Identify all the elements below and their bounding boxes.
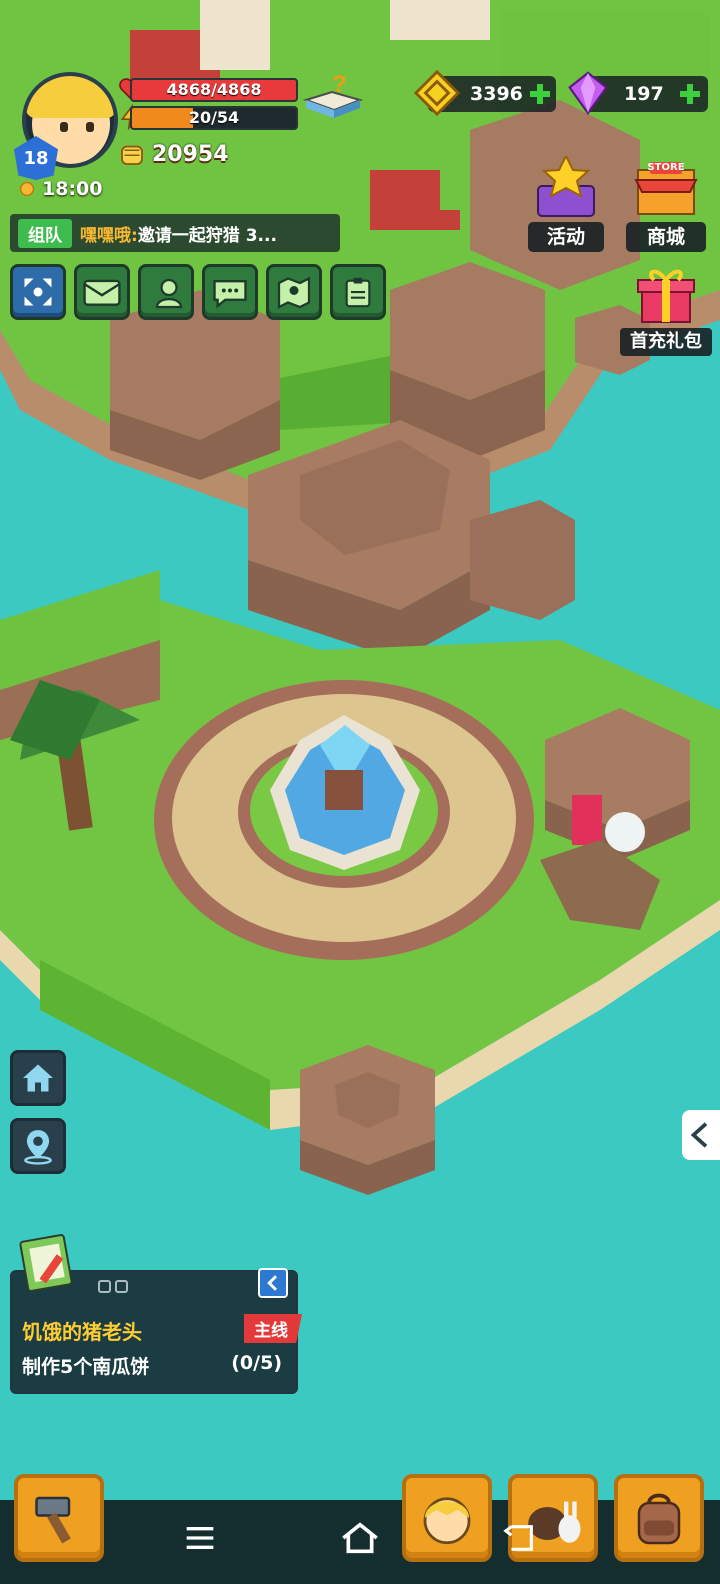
hammer-icon: [35, 1496, 71, 1544]
quest-description: 制作5个南瓜饼: [22, 1356, 150, 1378]
store-button[interactable]: STORE 商城: [626, 156, 706, 252]
fullscreen-icon: [24, 278, 52, 306]
back-icon: [503, 1525, 533, 1551]
energy-bar: 20/54: [130, 106, 298, 130]
backpack-icon: [637, 1493, 681, 1545]
quest-page-dots: [98, 1280, 132, 1293]
locate-button[interactable]: [10, 1118, 66, 1174]
home-outline-icon: [342, 1522, 378, 1554]
quest-progress: (0/5): [231, 1352, 282, 1374]
first-charge-label: 首充礼包: [620, 328, 712, 356]
quest-title: 饥饿的猪老头: [22, 1320, 142, 1344]
chevron-left-icon: [690, 1122, 708, 1148]
hp-bar: 4868/4868: [130, 78, 298, 102]
quest-log-button[interactable]: [330, 264, 386, 320]
quest-log-icon: [345, 277, 371, 308]
character-button[interactable]: [402, 1474, 492, 1562]
friends-icon: [155, 278, 183, 309]
quest-board-icon: [19, 1234, 73, 1292]
svg-text:?: ?: [332, 71, 347, 98]
chat-user: 嘿嘿哦:: [80, 225, 138, 246]
game-clock: 18:00: [16, 178, 102, 200]
add-gold-icon[interactable]: [528, 82, 552, 106]
backpack-button[interactable]: [614, 1474, 704, 1562]
mail-icon: [83, 279, 121, 306]
chat-ticker[interactable]: 组队 嘿嘿哦: 邀请一起狩猎 3...: [10, 214, 340, 252]
chat-button[interactable]: [202, 264, 258, 320]
fist-icon: [121, 145, 143, 165]
friends-button[interactable]: [138, 264, 194, 320]
fullscreen-button[interactable]: [10, 264, 66, 320]
menu-icon: [186, 1527, 214, 1549]
gem-value: 197: [624, 83, 664, 105]
system-back-button[interactable]: [496, 1514, 544, 1562]
system-home-button[interactable]: [336, 1514, 384, 1562]
hero-head-icon: [423, 1497, 471, 1545]
craft-button[interactable]: [14, 1474, 104, 1562]
gold-diamond-icon: [414, 70, 460, 116]
map-icon: [277, 276, 311, 309]
map-button[interactable]: [266, 264, 322, 320]
power-value: 20954: [152, 141, 229, 167]
hp-text: 4868/4868: [166, 80, 262, 99]
event-chest-icon: [537, 156, 595, 217]
quest-type-tag: 主线: [244, 1314, 302, 1343]
home-icon: [23, 1064, 53, 1092]
sun-icon: [19, 181, 35, 197]
store-sign: STORE: [647, 162, 685, 173]
gold-value: 3396: [470, 83, 523, 105]
player-avatar[interactable]: 18: [6, 66, 118, 180]
chat-icon: [213, 280, 247, 309]
first-charge-gift-button[interactable]: 首充礼包: [620, 266, 712, 356]
location-pin-icon: [24, 1130, 52, 1165]
add-gem-icon[interactable]: [678, 82, 702, 106]
chat-message: 邀请一起狩猎 3...: [137, 225, 277, 246]
store-label: 商城: [626, 222, 706, 252]
chevron-left-icon: [267, 1275, 278, 1291]
hud-icon-row: [10, 264, 394, 320]
mail-button[interactable]: [74, 264, 130, 320]
guide-book-icon[interactable]: ?: [302, 70, 364, 126]
recent-apps-button[interactable]: [176, 1514, 224, 1562]
combat-power: 20954: [116, 138, 229, 170]
gem-icon: [568, 71, 608, 116]
event-label: 活动: [528, 222, 604, 252]
clock-text: 18:00: [42, 178, 103, 200]
chat-channel-tag: 组队: [18, 218, 72, 248]
quest-collapse-button[interactable]: [258, 1268, 288, 1298]
home-button[interactable]: [10, 1050, 66, 1106]
event-button[interactable]: 活动: [528, 156, 604, 252]
side-panel-toggle[interactable]: [682, 1110, 720, 1160]
energy-text: 20/54: [188, 108, 240, 127]
gift-box-icon: [637, 269, 695, 323]
